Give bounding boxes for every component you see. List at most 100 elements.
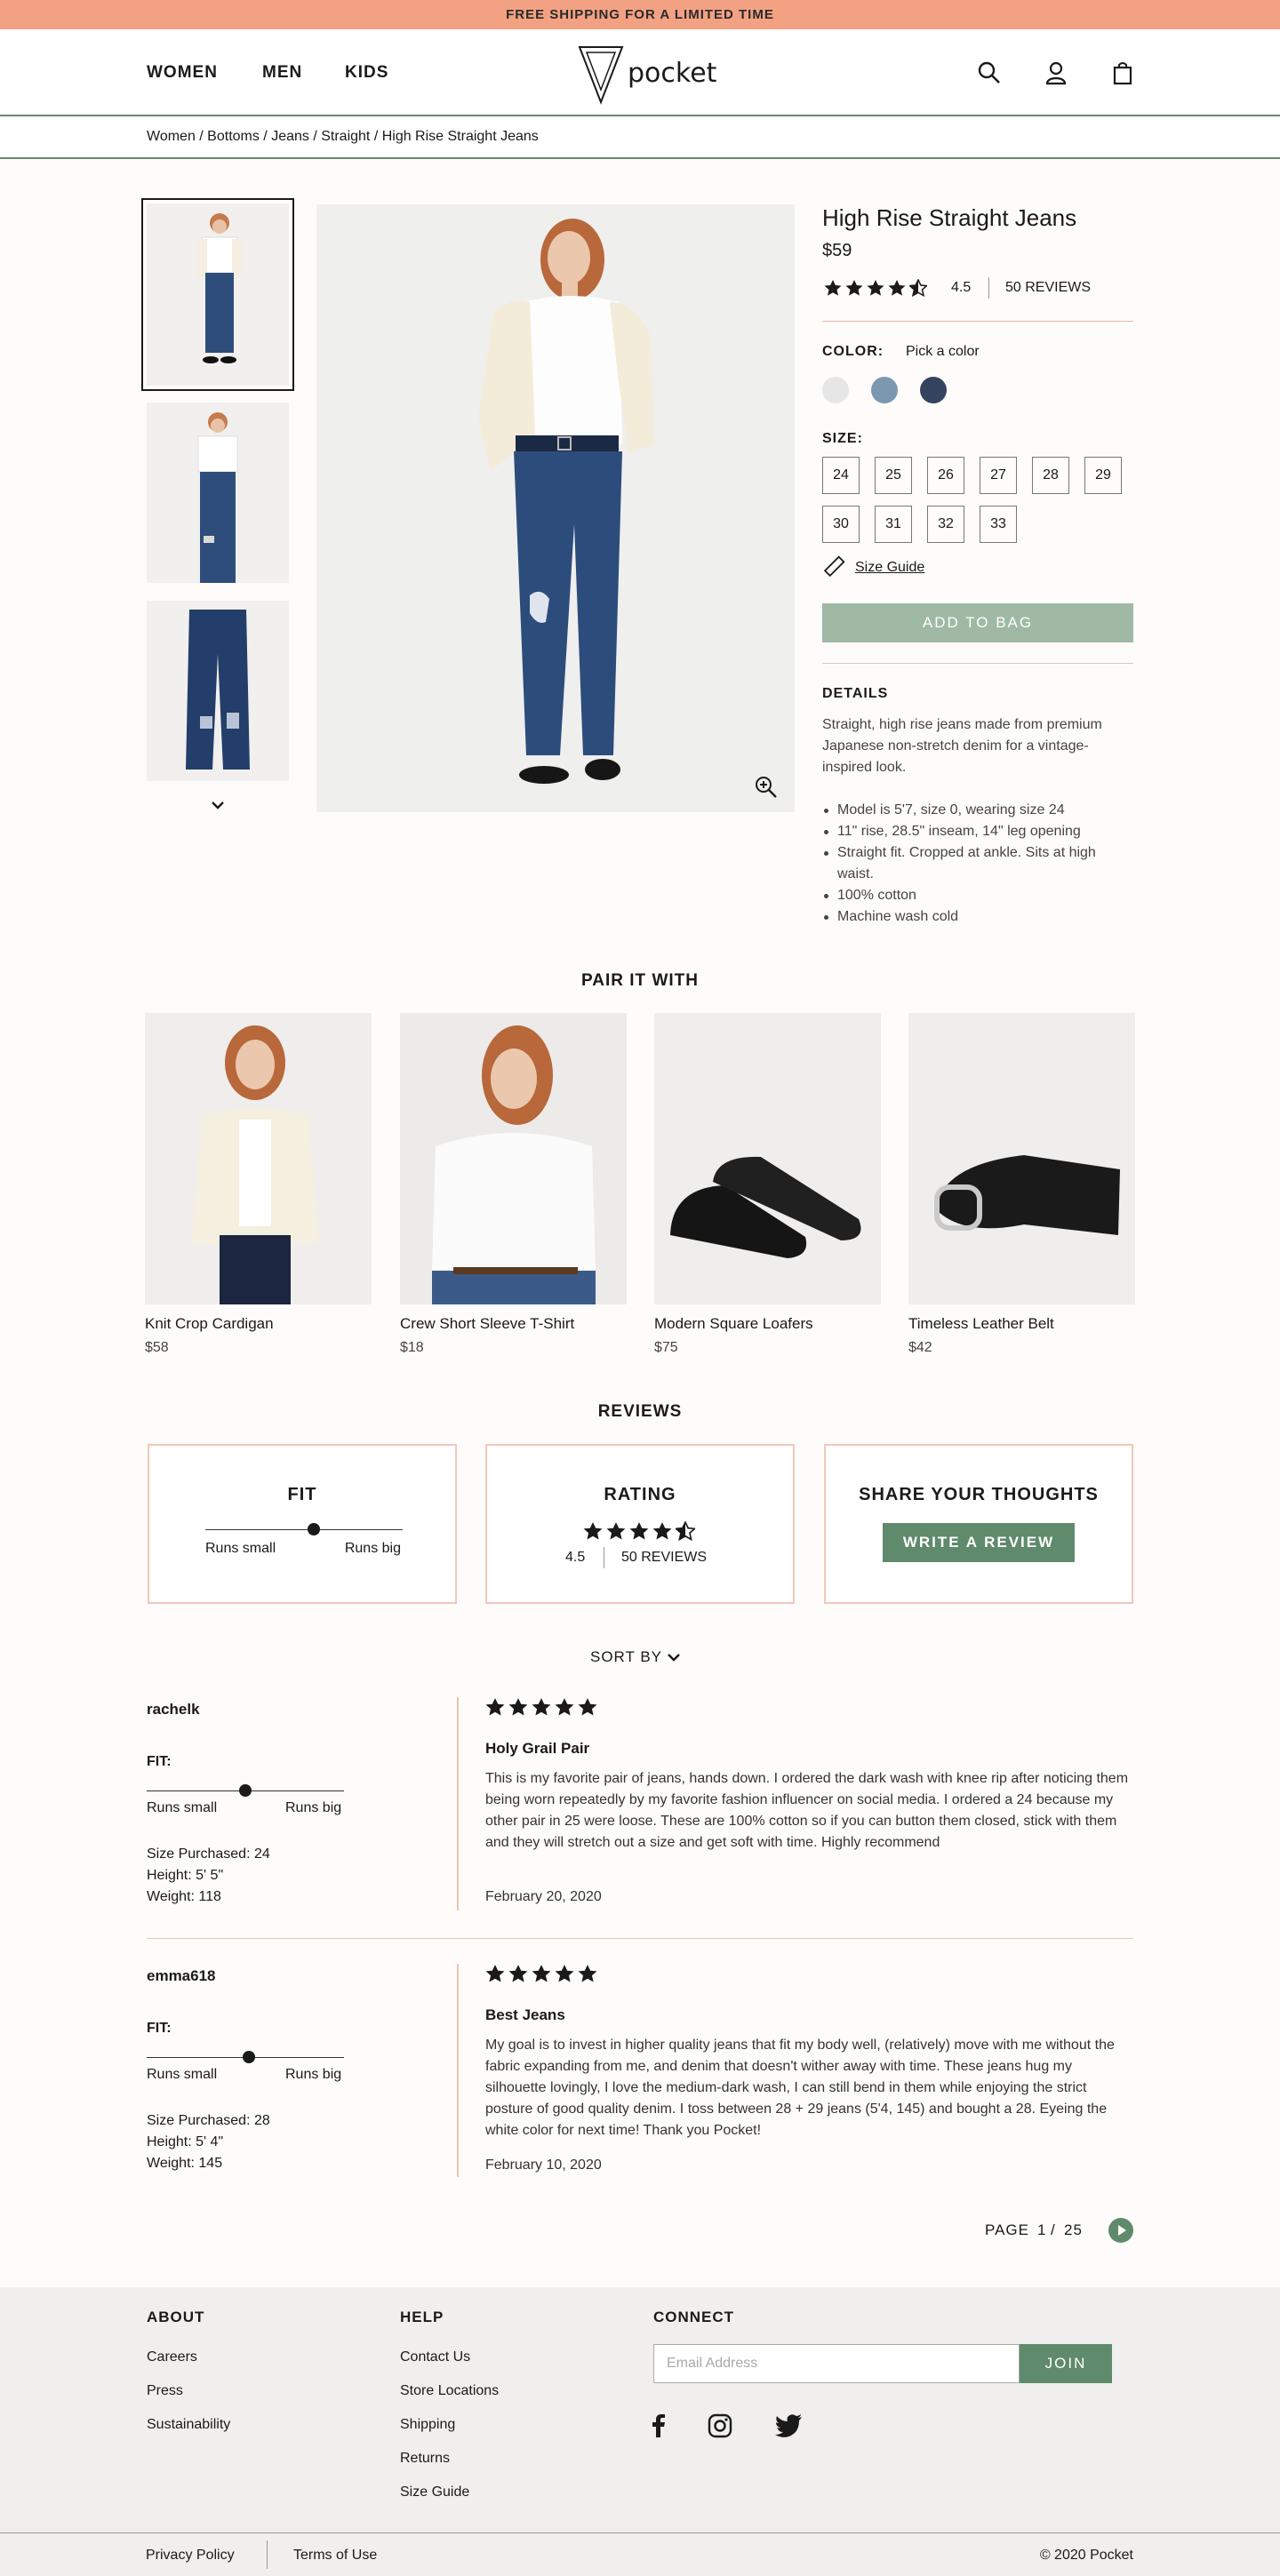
- size-purchased: Size Purchased: 24: [147, 1846, 270, 1862]
- star-icon: [532, 1965, 551, 1982]
- search-icon[interactable]: [976, 60, 1003, 86]
- color-swatch[interactable]: [822, 377, 849, 403]
- size-option[interactable]: 24: [822, 457, 860, 494]
- color-swatch[interactable]: [871, 377, 898, 403]
- footer-divider: [267, 2540, 268, 2569]
- product-price: $75: [654, 1340, 678, 1355]
- write-review-button[interactable]: WRITE A REVIEW: [883, 1523, 1075, 1562]
- size-guide-link[interactable]: Size Guide: [822, 555, 1133, 578]
- size-purchased: Size Purchased: 28: [147, 2113, 270, 2128]
- fit-indicator: [243, 2051, 255, 2063]
- zoom-in-icon[interactable]: [754, 775, 779, 800]
- review-item: emma618 FIT: Runs small Runs big Size Pu…: [147, 1964, 1133, 2177]
- product-card[interactable]: Knit Crop Cardigan $58: [145, 1013, 372, 1356]
- nav-men[interactable]: MEN: [262, 63, 302, 83]
- product-name[interactable]: Timeless Leather Belt: [908, 1315, 1135, 1333]
- add-to-bag-button[interactable]: ADD TO BAG: [822, 603, 1133, 642]
- tshirt-photo: [400, 1013, 627, 1304]
- size-option[interactable]: 30: [822, 506, 860, 543]
- loafers-photo: [654, 1013, 881, 1304]
- bag-icon[interactable]: [1109, 60, 1136, 86]
- thumbnail-jeans-image: [147, 601, 289, 781]
- breadcrumb-text[interactable]: Women / Bottoms / Jeans / Straight / Hig…: [147, 129, 539, 145]
- product-name[interactable]: Crew Short Sleeve T-Shirt: [400, 1315, 627, 1333]
- belt-photo: [908, 1013, 1135, 1304]
- product-name[interactable]: Knit Crop Cardigan: [145, 1315, 372, 1333]
- size-option[interactable]: 28: [1032, 457, 1069, 494]
- account-icon[interactable]: [1043, 60, 1069, 86]
- twitter-icon[interactable]: [774, 2413, 803, 2438]
- product-image[interactable]: [654, 1013, 881, 1304]
- thumbnail-model-image: [147, 203, 289, 386]
- product-card[interactable]: Modern Square Loafers $75: [654, 1013, 881, 1356]
- rating-stars: [824, 279, 931, 301]
- total-pages: 25: [1064, 2221, 1083, 2238]
- runs-big-label: Runs big: [285, 2067, 342, 2082]
- reviewer-name: rachelk: [147, 1701, 200, 1718]
- footer-link-careers[interactable]: Careers: [147, 2349, 230, 2365]
- footer-link-sustainability[interactable]: Sustainability: [147, 2417, 230, 2433]
- thumbnail-2[interactable]: [147, 403, 289, 583]
- review-count[interactable]: 50 REVIEWS: [1005, 280, 1091, 296]
- main-product-image[interactable]: [316, 204, 795, 812]
- ruler-icon: [823, 555, 845, 578]
- size-option[interactable]: 29: [1084, 457, 1122, 494]
- fit-indicator: [239, 1784, 252, 1797]
- footer-bottom: Privacy Policy Terms of Use © 2020 Pocke…: [0, 2532, 1280, 2576]
- nav-kids[interactable]: KIDS: [345, 63, 388, 83]
- footer-link-shipping[interactable]: Shipping: [400, 2417, 499, 2433]
- thumbnail-3[interactable]: [147, 601, 289, 781]
- product-name[interactable]: Modern Square Loafers: [654, 1315, 881, 1333]
- instagram-icon[interactable]: [708, 2413, 732, 2438]
- sort-by-dropdown[interactable]: SORT BY: [590, 1648, 690, 1668]
- product-card[interactable]: Timeless Leather Belt $42: [908, 1013, 1135, 1356]
- fit-label: FIT:: [147, 1754, 172, 1769]
- product-image[interactable]: [145, 1013, 372, 1304]
- footer-link-returns[interactable]: Returns: [400, 2451, 499, 2467]
- privacy-policy-link[interactable]: Privacy Policy: [146, 2548, 235, 2564]
- rating-title: RATING: [604, 1485, 676, 1504]
- product-rating[interactable]: 4.5 50 REVIEWS: [822, 277, 1133, 300]
- footer-link-stores[interactable]: Store Locations: [400, 2383, 499, 2399]
- review-item: rachelk FIT: Runs small Runs big Size Pu…: [147, 1697, 1133, 1910]
- page-label: PAGE: [985, 2221, 1029, 2238]
- footer-link-press[interactable]: Press: [147, 2383, 230, 2399]
- product-image[interactable]: [908, 1013, 1135, 1304]
- facebook-icon[interactable]: [650, 2413, 668, 2438]
- star-icon: [508, 1965, 528, 1982]
- star-icon: [606, 1522, 626, 1540]
- join-button[interactable]: JOIN: [1020, 2344, 1112, 2383]
- runs-big-label: Runs big: [285, 1800, 342, 1815]
- terms-of-use-link[interactable]: Terms of Use: [293, 2548, 377, 2564]
- review-text: My goal is to invest in higher quality j…: [485, 2038, 1115, 2138]
- chevron-down-icon[interactable]: [211, 800, 225, 810]
- nav-women[interactable]: WOMEN: [147, 63, 218, 83]
- next-page-icon[interactable]: [1108, 2218, 1133, 2243]
- footer-link-contact[interactable]: Contact Us: [400, 2349, 499, 2365]
- star-icon: [508, 1698, 528, 1716]
- star-icon: [485, 1965, 505, 1982]
- product-card[interactable]: Crew Short Sleeve T-Shirt $18: [400, 1013, 627, 1356]
- email-input[interactable]: Email Address: [653, 2344, 1020, 2383]
- fit-summary-card: FIT Runs small Runs big: [148, 1444, 457, 1604]
- thumbnail-1[interactable]: [141, 198, 294, 391]
- size-option[interactable]: 26: [927, 457, 964, 494]
- logo[interactable]: pocket: [576, 44, 716, 106]
- product-image[interactable]: [400, 1013, 627, 1304]
- size-option[interactable]: 33: [980, 506, 1017, 543]
- size-option[interactable]: 32: [927, 506, 964, 543]
- size-option[interactable]: 25: [875, 457, 912, 494]
- star-icon: [888, 280, 906, 296]
- footer-help: HELP Contact Us Store Locations Shipping…: [400, 2309, 499, 2518]
- star-icon: [485, 1698, 505, 1716]
- color-swatch[interactable]: [920, 377, 947, 403]
- review-divider: [457, 1964, 459, 2177]
- footer-link-size-guide[interactable]: Size Guide: [400, 2484, 499, 2500]
- review-date: February 10, 2020: [485, 2157, 602, 2173]
- size-option[interactable]: 27: [980, 457, 1017, 494]
- review-stars: [485, 1697, 601, 1721]
- reviewer-name: emma618: [147, 1967, 216, 1984]
- reviewer-weight: Weight: 118: [147, 1889, 221, 1904]
- footer-heading: HELP: [400, 2309, 444, 2325]
- size-option[interactable]: 31: [875, 506, 912, 543]
